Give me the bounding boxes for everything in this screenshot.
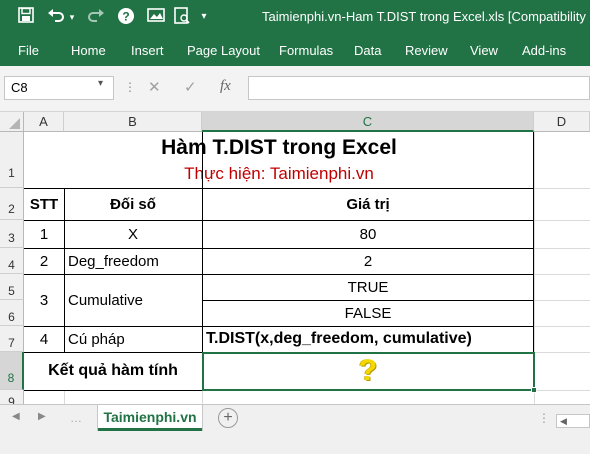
row-header-2[interactable]: 2: [0, 188, 24, 220]
cell-c3[interactable]: 80: [202, 220, 534, 248]
formula-bar: C8 ▾ ⋮ ✕ ✓ fx: [0, 66, 590, 112]
cell-a5[interactable]: 3: [24, 274, 64, 326]
row-header-4[interactable]: 4: [0, 248, 24, 274]
window-title: Taimienphi.vn-Ham T.DIST trong Excel.xls…: [262, 9, 590, 24]
cell-a3[interactable]: 1: [24, 220, 64, 248]
scroll-grip-icon[interactable]: ⋮: [538, 411, 550, 425]
redo-icon[interactable]: [86, 7, 106, 29]
row-header-6[interactable]: 6: [0, 300, 24, 326]
cell-c5[interactable]: TRUE: [202, 274, 534, 300]
sheet-tab-taimienphi[interactable]: Taimienphi.vn: [98, 405, 202, 431]
sheet-subtitle: Thực hiện: Taimienphi.vn: [184, 164, 374, 183]
table-border: [202, 300, 534, 301]
enter-icon[interactable]: ✓: [184, 78, 197, 96]
formula-input[interactable]: [248, 76, 590, 100]
gridline: [64, 390, 65, 404]
horizontal-scrollbar[interactable]: ◀: [556, 414, 590, 428]
sheet-next-icon[interactable]: ▶: [38, 411, 46, 422]
sheet-tab-bar: ◀ ▶ … Taimienphi.vn + ⋮ ◀: [0, 404, 590, 454]
table-border: [24, 188, 534, 189]
cell-b5[interactable]: Cumulative: [68, 274, 202, 326]
sheet-more-icon: …: [70, 411, 82, 425]
row-header-8[interactable]: 8: [0, 352, 24, 390]
save-icon[interactable]: [16, 7, 36, 29]
customize-icon[interactable]: ▾: [198, 7, 210, 27]
tab-data[interactable]: Data: [354, 43, 381, 58]
cell-a7[interactable]: 4: [24, 326, 64, 352]
gridline: [534, 188, 590, 189]
row-header-3[interactable]: 3: [0, 220, 24, 248]
row-header-1[interactable]: 1: [0, 132, 24, 188]
excel-window: ▾ ? ▾ Taimienphi.vn-Ham T.DIST trong Exc…: [0, 0, 590, 454]
table-border: [24, 326, 534, 327]
gridline: [534, 220, 590, 221]
gridline: [534, 352, 590, 353]
table-border: [24, 274, 534, 275]
cell-a4[interactable]: 2: [24, 248, 64, 274]
column-header-c[interactable]: C: [202, 112, 534, 132]
sheet-title: Hàm T.DIST trong Excel: [161, 136, 397, 159]
column-header-a[interactable]: A: [24, 112, 64, 132]
undo-dropdown-icon[interactable]: ▾: [66, 7, 78, 27]
row-header-9[interactable]: 9: [0, 390, 24, 404]
cancel-icon[interactable]: ✕: [148, 78, 161, 96]
cell-a8-result-label[interactable]: Kết quả hàm tính: [24, 352, 202, 390]
worksheet-grid[interactable]: A B C D 1 2 3 4 5 6 7 8 9 Hàm T.DIST tro…: [0, 112, 590, 404]
gridline: [202, 390, 203, 404]
table-border: [24, 248, 534, 249]
cell-b3[interactable]: X: [64, 220, 202, 248]
tab-page-layout[interactable]: Page Layout: [187, 43, 260, 58]
header-arg[interactable]: Đối số: [64, 188, 202, 220]
title-bar: ▾ ? ▾ Taimienphi.vn-Ham T.DIST trong Exc…: [0, 0, 590, 34]
select-all-corner[interactable]: [0, 112, 24, 132]
gridline: [534, 326, 590, 327]
row-header-7[interactable]: 7: [0, 326, 24, 352]
cell-b4[interactable]: Deg_freedom: [68, 248, 202, 274]
row-header-5[interactable]: 5: [0, 274, 24, 300]
tab-home[interactable]: Home: [71, 43, 106, 58]
fx-icon[interactable]: fx: [220, 78, 231, 95]
sheet-prev-icon[interactable]: ◀: [12, 411, 20, 422]
help-icon[interactable]: ?: [116, 7, 136, 31]
add-sheet-icon[interactable]: +: [218, 408, 238, 428]
scroll-left-icon[interactable]: ◀: [560, 415, 567, 427]
table-border: [64, 188, 65, 352]
tab-formulas[interactable]: Formulas: [279, 43, 333, 58]
gridline: [534, 248, 590, 249]
image-icon[interactable]: [146, 7, 166, 29]
tab-file[interactable]: File: [18, 43, 39, 58]
header-value[interactable]: Giá trị: [202, 188, 534, 220]
column-header-d[interactable]: D: [534, 112, 590, 132]
tab-view[interactable]: View: [470, 43, 498, 58]
svg-text:?: ?: [122, 10, 129, 24]
more-icon: ⋮: [124, 80, 136, 94]
cell-c6[interactable]: FALSE: [202, 300, 534, 326]
cell-c7[interactable]: T.DIST(x,deg_freedom, cumulative): [206, 326, 534, 352]
column-header-b[interactable]: B: [64, 112, 202, 132]
fill-handle[interactable]: [531, 387, 537, 393]
cell-b7[interactable]: Cú pháp: [68, 326, 202, 352]
selected-cell-outline: [202, 352, 535, 391]
gridline: [534, 274, 590, 275]
gridline: [534, 300, 590, 301]
tab-insert[interactable]: Insert: [131, 43, 164, 58]
tab-add-ins[interactable]: Add-ins: [522, 43, 566, 58]
ribbon-tabs: File Home Insert Page Layout Formulas Da…: [0, 34, 590, 66]
tab-review[interactable]: Review: [405, 43, 448, 58]
undo-icon[interactable]: [46, 7, 66, 29]
print-preview-icon[interactable]: [172, 7, 192, 31]
name-box-dropdown-icon[interactable]: ▾: [98, 78, 103, 89]
table-border: [24, 220, 534, 221]
cell-c4[interactable]: 2: [202, 248, 534, 274]
header-stt[interactable]: STT: [24, 188, 64, 220]
